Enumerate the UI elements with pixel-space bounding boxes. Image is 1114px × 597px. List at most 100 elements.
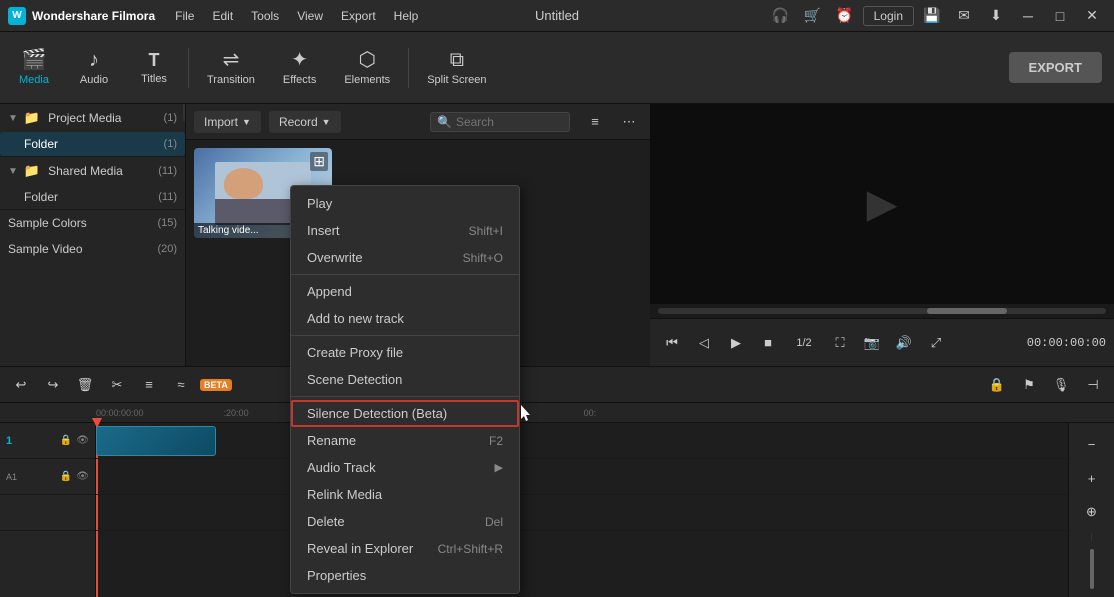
maximize-button[interactable]: □ xyxy=(1046,4,1074,28)
save-icon[interactable]: 💾 xyxy=(918,4,946,28)
expand-button[interactable]: ⤢ xyxy=(922,329,950,357)
folder-icon-project: 📁 xyxy=(24,110,40,126)
clock-icon[interactable]: ⏰ xyxy=(831,4,859,28)
sidebar-item-sample-colors[interactable]: Sample Colors (15) xyxy=(0,210,185,236)
track-2-eye-icon[interactable]: 👁 xyxy=(76,471,89,482)
beta-badge: BETA xyxy=(200,379,232,391)
ctx-add-to-new-track[interactable]: Add to new track xyxy=(291,305,519,332)
toolbar-elements[interactable]: ⬡ Elements xyxy=(330,44,404,92)
toolbar-effects[interactable]: ✦ Effects xyxy=(269,44,330,92)
toolbar-media[interactable]: 🎬 Media xyxy=(4,44,64,92)
stop-button[interactable]: ■ xyxy=(754,329,782,357)
lock-icon[interactable]: 🔒 xyxy=(60,435,72,446)
search-box[interactable]: 🔍 xyxy=(430,112,570,132)
marker-button[interactable]: ⚑ xyxy=(1016,372,1042,398)
toolbar-separator-2 xyxy=(408,48,409,88)
toolbar-audio[interactable]: ♪ Audio xyxy=(64,44,124,92)
ctx-overwrite[interactable]: Overwrite Shift+O xyxy=(291,244,519,271)
prev-frame-button[interactable]: ⏮ xyxy=(658,329,686,357)
track-visible-icon[interactable]: 👁 xyxy=(76,435,89,446)
vertical-scrollbar[interactable] xyxy=(1090,549,1094,589)
menu-tools[interactable]: Tools xyxy=(243,7,287,25)
sidebar-section-project-media: ▼ 📁 Project Media (1) Folder (1) xyxy=(0,104,185,157)
ctx-create-proxy[interactable]: Create Proxy file xyxy=(291,339,519,366)
filter-button[interactable]: ≡ xyxy=(582,109,608,135)
sidebar-section-shared-media: ▼ 📁 Shared Media (11) Folder (11) xyxy=(0,157,185,210)
shared-media-label: Shared Media xyxy=(48,164,123,178)
project-media-label: Project Media xyxy=(48,111,121,125)
track-1-num: 1 xyxy=(6,435,12,447)
app-logo: W Wondershare Filmora xyxy=(8,7,155,25)
redo-button[interactable]: ↪ xyxy=(40,372,66,398)
playback-rate[interactable]: 1/2 xyxy=(786,329,822,357)
track-2-lock-icon[interactable]: 🔒 xyxy=(60,471,72,482)
ctx-properties-label: Properties xyxy=(307,568,366,583)
grid-view-button[interactable]: ⋯ xyxy=(616,109,642,135)
sample-colors-count: (15) xyxy=(157,217,177,229)
minimize-button[interactable]: ─ xyxy=(1014,4,1042,28)
play-button[interactable]: ▶ xyxy=(722,329,750,357)
sidebar-item-sample-video[interactable]: Sample Video (20) xyxy=(0,236,185,262)
waveform-button[interactable]: ≈ xyxy=(168,372,194,398)
ctx-delete[interactable]: Delete Del xyxy=(291,508,519,535)
menu-help[interactable]: Help xyxy=(386,7,427,25)
ctx-audio-track[interactable]: Audio Track ▶ xyxy=(291,454,519,481)
preview-scrollbar[interactable] xyxy=(658,308,1106,314)
volume-icon[interactable]: 🔊 xyxy=(890,329,918,357)
preview-controls: ⏮ ◁ ▶ ■ 1/2 ⛶ 📷 🔊 ⤢ 00:00:00:00 xyxy=(650,318,1114,366)
ruler-mark-4: 00: xyxy=(584,408,597,418)
snap-button[interactable]: 🔒 xyxy=(984,372,1010,398)
sidebar-header-project-media[interactable]: ▼ 📁 Project Media (1) xyxy=(0,104,185,132)
close-button[interactable]: ✕ xyxy=(1078,4,1106,28)
ctx-scene-detection[interactable]: Scene Detection xyxy=(291,366,519,393)
zoom-in-button[interactable]: + xyxy=(1079,465,1105,491)
snapshot-button[interactable]: 📷 xyxy=(858,329,886,357)
sidebar-item-folder[interactable]: Folder (1) xyxy=(0,132,185,156)
import-button[interactable]: Import ▼ xyxy=(194,111,261,133)
folder-label: Folder xyxy=(24,137,58,151)
download-icon[interactable]: ⬇ xyxy=(982,4,1010,28)
search-input[interactable] xyxy=(456,115,563,129)
toolbar-splitscreen-label: Split Screen xyxy=(427,74,486,86)
toolbar-splitscreen[interactable]: ⧉ Split Screen xyxy=(413,44,500,92)
add-track-button[interactable]: ⊕ xyxy=(1079,499,1105,525)
ctx-relink-media[interactable]: Relink Media xyxy=(291,481,519,508)
undo-button[interactable]: ↩ xyxy=(8,372,34,398)
headset-icon[interactable]: 🎧 xyxy=(767,4,795,28)
ctx-reveal-in-explorer[interactable]: Reveal in Explorer Ctrl+Shift+R xyxy=(291,535,519,562)
mail-icon[interactable]: ✉ xyxy=(950,4,978,28)
login-button[interactable]: Login xyxy=(863,6,914,26)
ctx-properties[interactable]: Properties xyxy=(291,562,519,589)
side-spacer xyxy=(1091,533,1092,541)
ctx-append[interactable]: Append xyxy=(291,278,519,305)
ctx-insert[interactable]: Insert Shift+I xyxy=(291,217,519,244)
toolbar-transition[interactable]: ⇌ Transition xyxy=(193,44,269,92)
mic-button[interactable]: 🎙 xyxy=(1048,372,1074,398)
ctx-play[interactable]: Play xyxy=(291,190,519,217)
titles-icon: T xyxy=(149,51,160,69)
cut-button[interactable]: ✂ xyxy=(104,372,130,398)
ctx-silence-detection[interactable]: Silence Detection (Beta) xyxy=(291,400,519,427)
toolbar-titles[interactable]: T Titles xyxy=(124,45,184,91)
timeline-ruler: 00:00:00:00 :20:00 00:00:30:00 00:00:40:… xyxy=(0,403,1114,423)
sidebar-item-shared-folder[interactable]: Folder (11) xyxy=(0,185,185,209)
track-clip-1[interactable] xyxy=(96,426,216,456)
ctx-silence-detection-label: Silence Detection (Beta) xyxy=(307,406,447,421)
menu-view[interactable]: View xyxy=(289,7,331,25)
split-button[interactable]: ⊣ xyxy=(1080,372,1106,398)
ctx-rename[interactable]: Rename F2 xyxy=(291,427,519,454)
audio-settings-button[interactable]: ≡ xyxy=(136,372,162,398)
menu-file[interactable]: File xyxy=(167,7,202,25)
export-button[interactable]: EXPORT xyxy=(1009,52,1102,83)
record-button[interactable]: Record ▼ xyxy=(269,111,341,133)
step-back-button[interactable]: ◁ xyxy=(690,329,718,357)
preview-scrollbar-thumb[interactable] xyxy=(927,308,1007,314)
sidebar-header-shared-media[interactable]: ▼ 📁 Shared Media (11) xyxy=(0,157,185,185)
fullscreen-button[interactable]: ⛶ xyxy=(826,329,854,357)
delete-button[interactable]: 🗑 xyxy=(72,372,98,398)
menu-edit[interactable]: Edit xyxy=(204,7,241,25)
menu-export[interactable]: Export xyxy=(333,7,384,25)
track-row-3 xyxy=(96,495,1068,531)
zoom-out-button[interactable]: − xyxy=(1079,431,1105,457)
cart-icon[interactable]: 🛒 xyxy=(799,4,827,28)
